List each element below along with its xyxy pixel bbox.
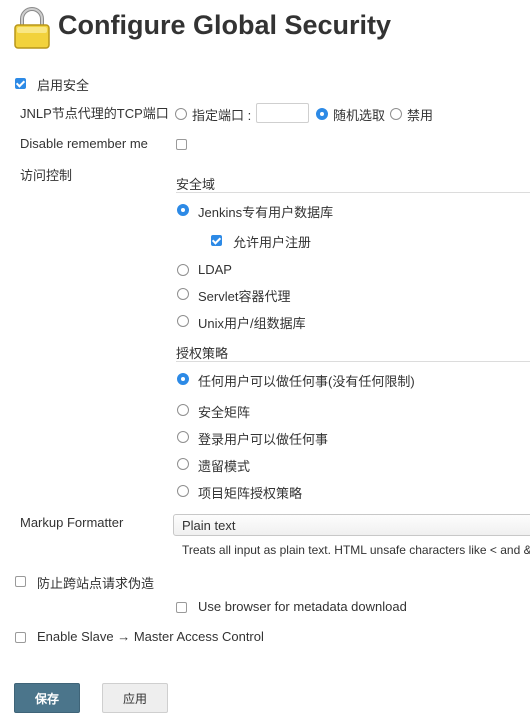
remember-me-label: Disable remember me	[20, 136, 148, 151]
save-button[interactable]: 保存	[14, 683, 80, 713]
jnlp-fixed-radio[interactable]	[175, 108, 187, 120]
jnlp-fixed-label: 指定端口 :	[192, 108, 252, 123]
authz-anyone-radio[interactable]	[177, 373, 189, 385]
realm-servlet-label: Servlet容器代理	[198, 289, 291, 304]
realm-unix-label: Unix用户/组数据库	[198, 316, 306, 331]
security-realm-heading: 安全域	[176, 177, 216, 192]
realm-servlet-radio[interactable]	[177, 288, 189, 300]
access-control-label: 访问控制	[20, 168, 73, 183]
remember-me-checkbox[interactable]	[176, 139, 187, 150]
markup-formatter-label: Markup Formatter	[20, 515, 124, 530]
slave-master-checkbox[interactable]	[15, 632, 26, 643]
enable-security-checkbox[interactable]	[15, 78, 26, 89]
markup-formatter-select[interactable]: Plain text	[173, 514, 530, 536]
jnlp-disable-radio[interactable]	[390, 108, 402, 120]
authz-loggedin-label: 登录用户可以做任何事	[198, 432, 329, 447]
slave-master-label: Enable Slave → Master Access Control	[37, 629, 264, 644]
realm-unix-radio[interactable]	[177, 315, 189, 327]
realm-jenkins-radio[interactable]	[177, 204, 189, 216]
markup-formatter-value: Plain text	[182, 518, 236, 533]
markup-formatter-description: Treats all input as plain text. HTML uns…	[182, 543, 530, 557]
authz-project-matrix-radio[interactable]	[177, 485, 189, 497]
authz-project-matrix-label: 项目矩阵授权策略	[198, 486, 303, 501]
browser-metadata-checkbox[interactable]	[176, 602, 187, 613]
jnlp-disable-label: 禁用	[407, 108, 434, 123]
authorization-divider	[176, 361, 530, 362]
security-realm-divider	[176, 192, 530, 193]
page-title: Configure Global Security	[58, 10, 392, 40]
realm-ldap-radio[interactable]	[177, 264, 189, 276]
enable-security-label: 启用安全	[37, 78, 90, 93]
jnlp-random-label: 随机选取	[333, 108, 386, 123]
jnlp-port-input[interactable]	[256, 103, 309, 123]
authz-legacy-label: 遗留模式	[198, 459, 251, 474]
authz-anyone-label: 任何用户可以做任何事(没有任何限制)	[198, 374, 415, 389]
authz-legacy-radio[interactable]	[177, 458, 189, 470]
apply-button[interactable]: 应用	[102, 683, 168, 713]
csrf-checkbox[interactable]	[15, 576, 26, 587]
authz-loggedin-radio[interactable]	[177, 431, 189, 443]
jnlp-port-label: JNLP节点代理的TCP端口	[20, 106, 169, 121]
jnlp-random-radio[interactable]	[316, 108, 328, 120]
authz-matrix-radio[interactable]	[177, 404, 189, 416]
csrf-label: 防止跨站点请求伪造	[37, 576, 155, 591]
authz-matrix-label: 安全矩阵	[198, 405, 251, 420]
realm-jenkins-label: Jenkins专有用户数据库	[198, 205, 334, 220]
authorization-heading: 授权策略	[176, 346, 229, 361]
allow-signup-checkbox[interactable]	[211, 235, 222, 246]
lock-icon	[12, 6, 52, 50]
browser-metadata-label: Use browser for metadata download	[198, 599, 407, 614]
realm-ldap-label: LDAP	[198, 262, 232, 277]
allow-signup-label: 允许用户注册	[233, 235, 312, 250]
